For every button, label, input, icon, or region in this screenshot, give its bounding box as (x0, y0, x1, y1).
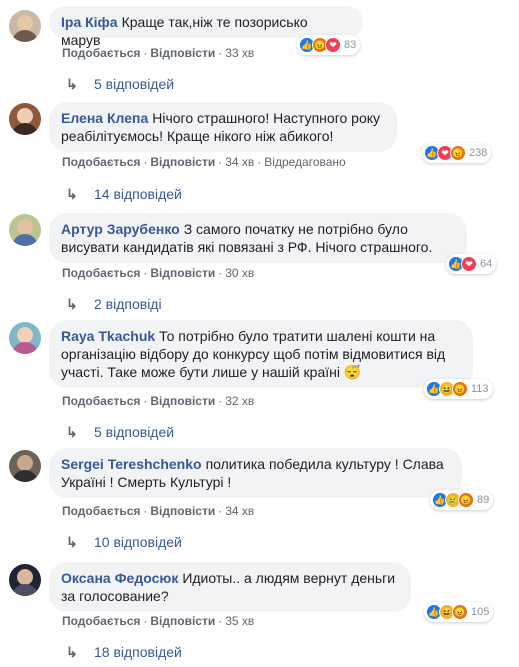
comment-timestamp[interactable]: 34 хв (225, 504, 254, 518)
view-replies-link[interactable]: ↳ 14 відповідей (66, 186, 182, 203)
comment-author[interactable]: Іра Кіфа (61, 14, 118, 30)
view-replies-link[interactable]: ↳ 18 відповідей (66, 644, 182, 661)
edited-label[interactable]: Відредаговано (264, 155, 345, 169)
reaction-count: 64 (480, 258, 493, 270)
comment-author[interactable]: Елена Клепа (61, 110, 148, 126)
comment-timestamp[interactable]: 34 хв (225, 155, 254, 169)
angry-icon: 😠 (452, 381, 468, 397)
comment-bubble: Sergei Tereshchenko политика победила кул… (49, 448, 462, 498)
comment-actions: Подобається · Відповісти · 30 хв (62, 266, 255, 280)
reply-button[interactable]: Відповісти (150, 394, 215, 408)
reaction-count: 89 (477, 494, 490, 506)
avatar[interactable] (9, 103, 41, 135)
reaction-count: 113 (471, 383, 489, 395)
comment-timestamp[interactable]: 33 хв (225, 46, 254, 60)
reply-button[interactable]: Відповісти (150, 614, 215, 628)
reaction-count: 238 (469, 147, 488, 159)
replies-count[interactable]: 5 відповідей (94, 76, 174, 92)
comment-actions: Подобається · Відповісти · 34 хв · Відредагова… (62, 155, 346, 169)
comment-timestamp[interactable]: 35 хв (225, 614, 254, 628)
replies-count[interactable]: 14 відповідей (94, 186, 182, 202)
reply-arrow-icon: ↳ (66, 186, 78, 202)
like-button[interactable]: Подобається (62, 394, 140, 408)
love-icon: ❤ (325, 37, 341, 53)
view-replies-link[interactable]: ↳ 5 відповідей (66, 76, 174, 93)
view-replies-link[interactable]: ↳ 5 відповідей (66, 424, 174, 441)
avatar[interactable] (9, 214, 41, 246)
comment-actions: Подобається · Відповісти · 35 хв (62, 614, 255, 628)
angry-icon: 😠 (458, 492, 474, 508)
view-replies-link[interactable]: ↳ 10 відповідей (66, 534, 182, 551)
replies-count[interactable]: 10 відповідей (94, 534, 182, 550)
reaction-summary[interactable]: 👍 ❤ 64 (446, 254, 497, 274)
reaction-summary[interactable]: 👍 😆 😠 105 (424, 602, 494, 622)
reaction-summary[interactable]: 👍 😆 😠 113 (424, 379, 493, 399)
view-replies-link[interactable]: ↳ 2 відповіді (66, 296, 162, 313)
comment-timestamp[interactable]: 32 хв (225, 394, 254, 408)
replies-count[interactable]: 5 відповідей (94, 424, 174, 440)
comment-bubble: Raya Tkachuk То потрібно було тратити шал… (49, 320, 473, 388)
replies-count[interactable]: 2 відповіді (94, 296, 162, 312)
reaction-summary[interactable]: 👍 ❤ 😠 238 (422, 143, 492, 163)
reaction-summary[interactable]: 👍 😠 ❤ 83 (297, 35, 361, 55)
comment-bubble: Іра Кіфа Краще так,ніж те позорисько мару… (49, 6, 363, 48)
reply-button[interactable]: Відповісти (150, 46, 215, 60)
comment-bubble: Артур Зарубенко З самого початку не потрі… (49, 213, 467, 263)
love-icon: ❤ (461, 256, 477, 272)
reply-button[interactable]: Відповісти (150, 266, 215, 280)
comment-timestamp[interactable]: 30 хв (225, 266, 254, 280)
like-button[interactable]: Подобається (62, 614, 140, 628)
reply-arrow-icon: ↳ (66, 76, 78, 92)
avatar[interactable] (9, 322, 41, 354)
comment-actions: Подобається · Відповісти · 33 хв (62, 46, 255, 60)
comment-bubble: Оксана Федосюк Идиоты.. а людям вернут де… (49, 562, 411, 612)
reaction-summary[interactable]: 👍 😢 😠 89 (430, 490, 494, 510)
reaction-count: 105 (471, 606, 490, 618)
avatar[interactable] (9, 450, 41, 482)
avatar[interactable] (9, 10, 41, 42)
comment-actions: Подобається · Відповісти · 34 хв (62, 504, 255, 518)
reply-button[interactable]: Відповісти (150, 504, 215, 518)
like-button[interactable]: Подобається (62, 46, 140, 60)
reply-button[interactable]: Відповісти (150, 155, 215, 169)
comment-author[interactable]: Sergei Tereshchenko (61, 456, 202, 472)
like-button[interactable]: Подобається (62, 155, 140, 169)
comment-author[interactable]: Raya Tkachuk (61, 328, 155, 344)
comment-actions: Подобається · Відповісти · 32 хв (62, 394, 255, 408)
angry-icon: 😠 (450, 145, 466, 161)
reply-arrow-icon: ↳ (66, 534, 78, 550)
comment-author[interactable]: Артур Зарубенко (61, 221, 180, 237)
angry-icon: 😠 (452, 604, 468, 620)
reply-arrow-icon: ↳ (66, 424, 78, 440)
like-button[interactable]: Подобається (62, 266, 140, 280)
comment-bubble: Елена Клепа Нічого страшного! Наступного … (49, 102, 397, 152)
reply-arrow-icon: ↳ (66, 296, 78, 312)
reaction-count: 83 (344, 39, 357, 51)
comment-author[interactable]: Оксана Федосюк (61, 570, 178, 586)
avatar[interactable] (9, 564, 41, 596)
reply-arrow-icon: ↳ (66, 644, 78, 660)
like-button[interactable]: Подобається (62, 504, 140, 518)
replies-count[interactable]: 18 відповідей (94, 644, 182, 660)
